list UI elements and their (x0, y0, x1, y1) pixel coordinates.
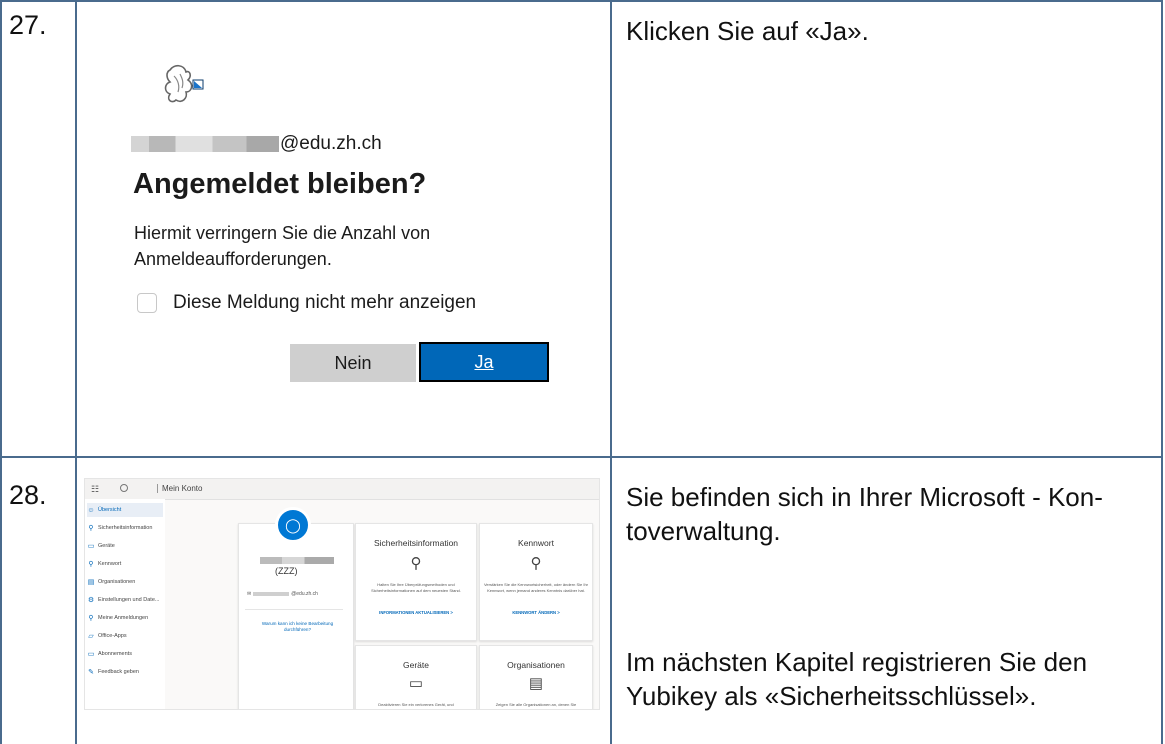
card-text: Deaktivieren Sie ein verlorenes Gerät, u… (378, 702, 454, 707)
card-devices[interactable]: Geräte ▭ Deaktivieren Sie ein verlorenes… (355, 645, 477, 709)
profile-email: ✉ @edu.zh.ch (247, 591, 318, 597)
sidebar-item-label: Feedback geben (98, 669, 139, 675)
dont-show-again-option[interactable]: Diese Meldung nicht mehr anzeigen (137, 292, 476, 314)
security-info-icon: ⚲ (410, 555, 422, 572)
office-icon: ▱ (88, 633, 94, 640)
sidebar-item-feedback[interactable]: ✎ Feedback geben (87, 665, 163, 679)
no-button[interactable]: Nein (290, 344, 416, 382)
dont-show-again-label: Diese Meldung nicht mehr anzeigen (173, 292, 477, 313)
card-text: Zeigen Sie alle Organisationen an, denen… (495, 702, 577, 707)
dont-show-again-checkbox[interactable] (137, 293, 157, 313)
avatar[interactable]: ◯ (275, 507, 311, 543)
sidebar-item-label: Organisationen (98, 579, 136, 585)
key-icon: ⚲ (530, 555, 542, 572)
sidebar-item-my-signins[interactable]: ⚲ Meine Anmeldungen (87, 611, 163, 625)
step-number: 28. (9, 480, 47, 510)
profile-card (238, 523, 354, 709)
gear-icon: ⚙ (87, 597, 95, 604)
laptop-icon: ▭ (87, 543, 95, 550)
sidebar-item-label: Geräte (98, 543, 115, 549)
table-row-divider (0, 456, 1163, 458)
sidebar-item-label: Einstellungen und Date... (98, 597, 160, 603)
step-instruction-line-2: toverwaltung. (626, 516, 781, 546)
sidebar-item-label: Abonnements (98, 651, 132, 657)
top-bar: ☷ Mein Konto (85, 479, 599, 500)
profile-divider (245, 609, 343, 610)
sidebar-item-security-info[interactable]: ⚲ Sicherheitsinformation (87, 521, 163, 535)
change-password-link[interactable]: KENNWORT ÄNDERN > (480, 610, 592, 615)
sidebar-item-settings[interactable]: ⚙ Einstellungen und Date... (87, 593, 163, 607)
sidebar-item-subscriptions[interactable]: ▭ Abonnements (87, 647, 163, 661)
card-title: Sicherheitsinformation (373, 538, 459, 548)
table-border-col2 (610, 0, 612, 744)
description-line-2: Anmeldeaufforderungen. (134, 249, 332, 269)
sidebar-item-label: Meine Anmeldungen (98, 615, 149, 621)
sidebar-item-overview[interactable]: ☺ Übersicht (87, 503, 163, 517)
sidebar-item-organizations[interactable]: ▤ Organisationen (87, 575, 163, 589)
profile-email-domain: @edu.zh.ch (291, 591, 318, 597)
card-text: Verstärken Sie die Kennwortsicherheit, o… (483, 582, 589, 593)
sidebar-item-password[interactable]: ⚲ Kennwort (87, 557, 163, 571)
step-instruction-line-4: Yubikey als «Sicherheitsschlüssel». (626, 681, 1037, 711)
account-overview-screenshot: ☷ Mein Konto ☺ Übersicht ⚲ Sicherheitsinfo… (84, 478, 600, 710)
sidebar-item-devices[interactable]: ▭ Geräte (87, 539, 163, 553)
description-line-1: Hiermit verringern Sie die Anzahl von (134, 223, 431, 243)
card-text: Halten Sie Ihre Überprüfungsmethoden und… (371, 582, 461, 593)
card-organizations[interactable]: Organisationen ▤ Zeigen Sie alle Organis… (479, 645, 593, 709)
person-icon: ◯ (285, 517, 301, 533)
redacted-username (131, 136, 279, 152)
card-title: Organisationen (507, 660, 565, 670)
briefcase-icon: ▤ (87, 579, 95, 586)
my-account-title[interactable]: Mein Konto (157, 484, 202, 493)
mail-icon: ✉ (247, 591, 252, 597)
card-title: Geräte (403, 660, 429, 670)
table-border-right (1161, 0, 1163, 744)
card-title: Kennwort (518, 538, 554, 548)
feedback-icon: ✎ (88, 669, 94, 676)
redacted-email (253, 592, 290, 596)
step-instruction-line-3: Im nächsten Kapitel registrieren Sie den (626, 647, 1088, 677)
app-launcher-icon[interactable]: ☷ (91, 484, 99, 495)
zurich-lion-logo-icon (120, 484, 128, 492)
sidebar-item-label: Kennwort (98, 561, 122, 567)
briefcase-icon: ▤ (528, 675, 544, 692)
step-instruction-line-1: Sie befinden sich in Ihrer Microsoft - K… (626, 482, 1103, 512)
update-info-link[interactable]: INFORMATIONEN AKTUALISIEREN > (356, 610, 476, 615)
signin-icon: ⚲ (88, 615, 94, 622)
profile-name-suffix: (ZZZ) (275, 566, 298, 576)
table-border-col1 (75, 0, 77, 744)
sidebar: ☺ Übersicht ⚲ Sicherheitsinformation ▭ Gerä… (85, 499, 165, 709)
sidebar-item-label: Sicherheitsinformation (98, 525, 153, 531)
sidebar-item-office-apps[interactable]: ▱ Office-Apps (87, 629, 163, 643)
table-border-left (0, 0, 2, 744)
document-page: 27. Klicken Sie auf «Ja». @edu.zh.ch Ang… (0, 0, 1165, 744)
card-security-info[interactable]: Sicherheitsinformation ⚲ Halten Sie Ihre… (355, 523, 477, 641)
card-password[interactable]: Kennwort ⚲ Verstärken Sie die Kennwortsi… (479, 523, 593, 641)
email-domain: @edu.zh.ch (280, 133, 382, 154)
key-icon: ⚲ (88, 561, 94, 568)
account-email: @edu.zh.ch (131, 133, 382, 155)
redacted-name (260, 557, 334, 564)
sidebar-item-label: Office-Apps (98, 633, 127, 639)
yes-button[interactable]: Ja (419, 342, 549, 382)
step-instruction: Klicken Sie auf «Ja». (626, 16, 869, 46)
stay-signed-in-description: Hiermit verringern Sie die Anzahl von An… (134, 220, 494, 272)
person-icon: ☺ (87, 506, 95, 514)
laptop-icon: ▭ (408, 675, 424, 692)
security-info-icon: ⚲ (88, 525, 94, 532)
sidebar-item-label: Übersicht (98, 507, 122, 513)
step-number: 27. (9, 10, 47, 40)
card-icon: ▭ (87, 651, 95, 658)
instruction-table: 27. Klicken Sie auf «Ja». @edu.zh.ch Ang… (0, 0, 1163, 744)
zurich-lion-logo-icon (164, 64, 204, 103)
why-cant-edit-link[interactable]: Warum kann ich keine Bearbeitung durchfü… (250, 621, 345, 633)
login-screenshot: @edu.zh.ch Angemeldet bleiben? Hiermit v… (80, 2, 610, 454)
stay-signed-in-title: Angemeldet bleiben? (133, 168, 427, 200)
